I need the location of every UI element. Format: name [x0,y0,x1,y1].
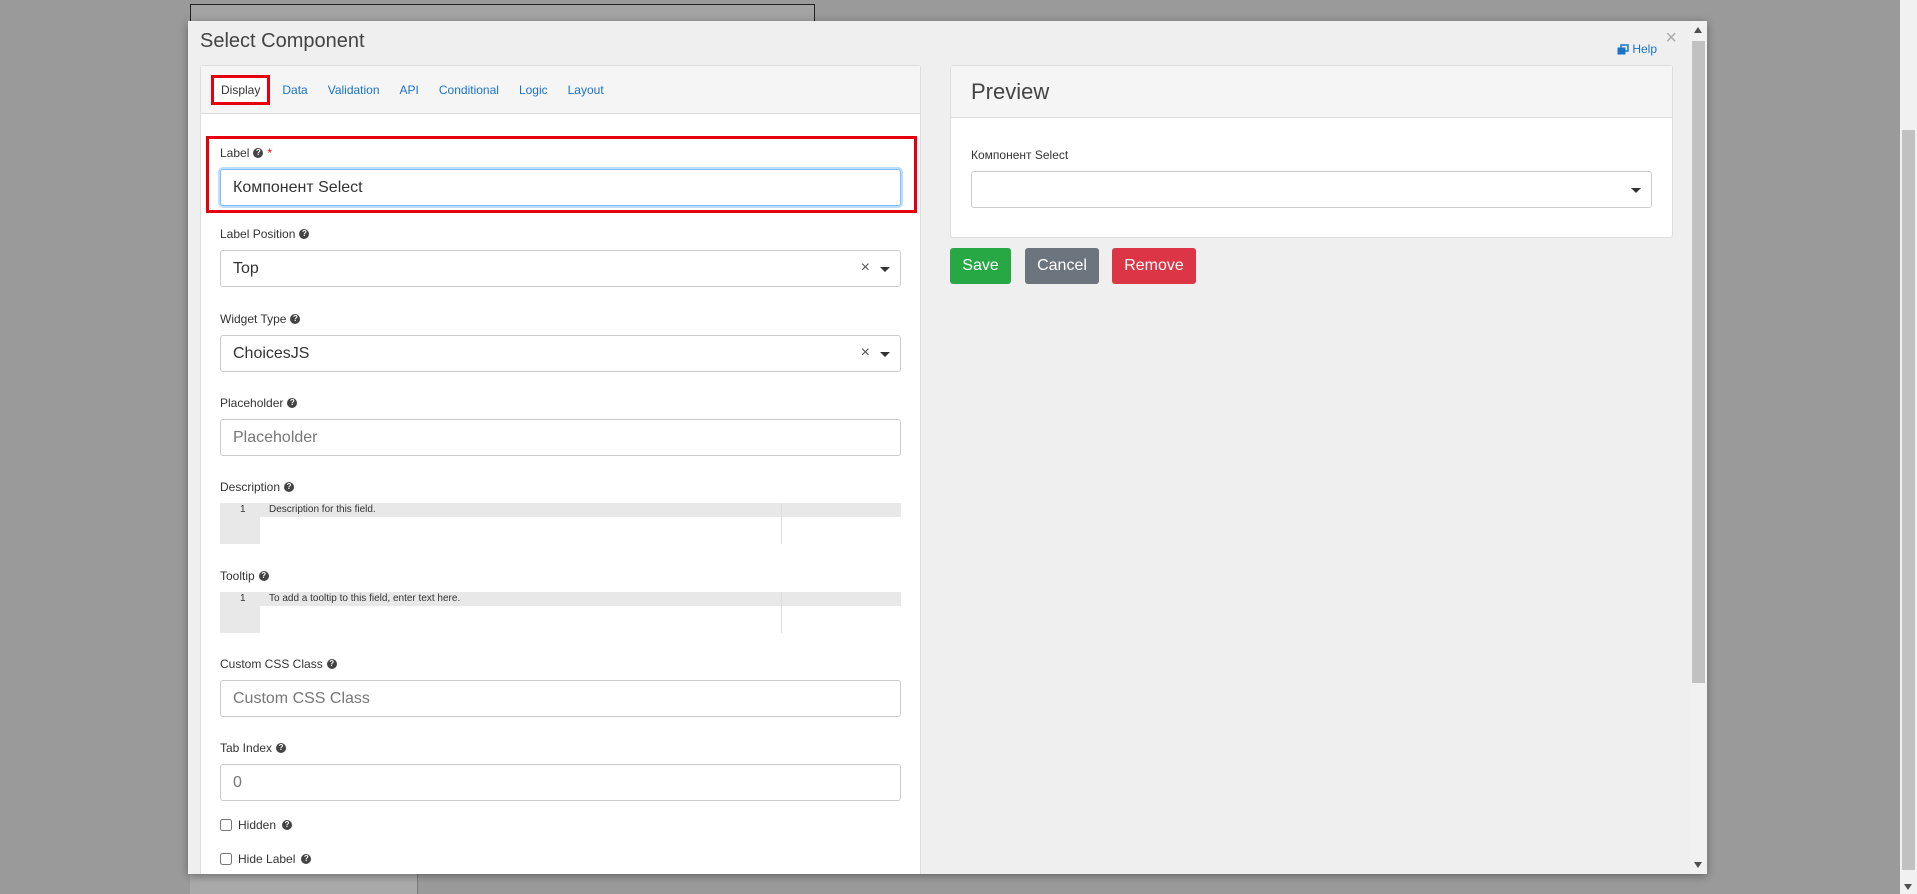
tooltip-field: Tooltip ? 1 To add a tooltip to this fie… [220,568,901,633]
tab-conditional[interactable]: Conditional [431,77,507,103]
preview-panel: Preview Компонент Select [950,65,1673,238]
label-position-value: Top [233,259,259,277]
hidden-checkbox[interactable] [220,819,232,831]
placeholder-label: Placeholder [220,396,284,410]
question-circle-icon[interactable]: ? [276,743,287,753]
question-circle-icon[interactable]: ? [301,854,312,864]
widget-type-field: Widget Type ? ChoicesJS × [220,311,901,372]
hidden-label: Hidden [238,818,277,832]
page-scrollbar[interactable] [1900,0,1917,894]
custom-css-label: Custom CSS Class [220,657,323,671]
modal-title: Select Component [200,30,365,52]
hide-label-option: Hide Label ? [220,852,312,866]
scroll-down-arrow[interactable] [1694,862,1702,868]
page-scroll-down-arrow[interactable] [1904,884,1912,890]
clear-selection-icon[interactable]: × [861,259,870,277]
tooltip-placeholder: To add a tooltip to this field, enter te… [269,593,461,604]
label-position-field: Label Position ? Top × [220,226,901,287]
preview-select[interactable] [971,171,1652,208]
select-component-modal: Select Component × Help Display Data Val… [188,21,1707,874]
custom-css-field: Custom CSS Class ? Custom CSS Class [220,656,901,717]
question-circle-icon[interactable]: ? [258,571,269,581]
question-circle-icon[interactable]: ? [284,482,295,492]
close-icon[interactable]: × [1665,27,1677,50]
label-position-select[interactable]: Top × [220,250,901,287]
page-scroll-thumb[interactable] [1902,130,1915,870]
tab-logic[interactable]: Logic [511,77,556,103]
preview-field-label: Компонент Select [971,148,1069,162]
placeholder-field: Placeholder ? Placeholder [220,395,901,456]
background-strip [190,874,418,894]
preview-heading: Preview [971,78,1050,104]
help-label: Help [1632,42,1657,56]
tab-index-input[interactable]: 0 [220,764,901,801]
required-marker: * [267,146,273,160]
hidden-option: Hidden ? [220,818,293,832]
scroll-thumb[interactable] [1692,41,1705,683]
label-input[interactable]: Компонент Select [220,169,901,206]
tooltip-editor[interactable]: 1 To add a tooltip to this field, enter … [220,592,901,633]
tab-api[interactable]: API [392,77,427,103]
hide-label-label: Hide Label [238,852,296,866]
question-circle-icon[interactable]: ? [326,659,337,669]
caret-down-icon[interactable] [880,352,890,357]
tab-validation[interactable]: Validation [320,77,388,103]
description-placeholder: Description for this field. [269,504,376,515]
line-number: 1 [240,593,246,604]
tab-index-field: Tab Index ? 0 [220,740,901,801]
widget-type-label: Widget Type [220,312,287,326]
tab-layout[interactable]: Layout [560,77,612,103]
widget-type-value: ChoicesJS [233,344,310,362]
external-window-icon [1617,43,1630,54]
caret-down-icon[interactable] [880,267,890,272]
save-button[interactable]: Save [950,248,1011,284]
caret-down-icon[interactable] [1631,188,1641,193]
question-circle-icon[interactable]: ? [299,229,310,239]
question-circle-icon[interactable]: ? [287,398,298,408]
scroll-up-arrow[interactable] [1694,27,1702,33]
question-circle-icon[interactable]: ? [282,820,293,830]
label-field-label: Label [220,146,250,160]
tab-index-label: Tab Index [220,741,273,755]
description-label: Description [220,480,281,494]
modal-scrollbar[interactable] [1690,21,1707,874]
placeholder-input[interactable]: Placeholder [220,419,901,456]
cancel-button[interactable]: Cancel [1025,248,1099,284]
custom-css-input[interactable]: Custom CSS Class [220,680,901,717]
description-editor[interactable]: 1 Description for this field. [220,503,901,544]
clear-selection-icon[interactable]: × [861,344,870,362]
remove-button[interactable]: Remove [1112,248,1196,284]
question-circle-icon[interactable]: ? [290,314,301,324]
line-number: 1 [240,504,246,515]
label-field: Label ? * Компонент Select [220,145,901,206]
component-edit-panel: Display Data Validation API Conditional … [200,65,921,874]
settings-tabs: Display Data Validation API Conditional … [201,66,920,114]
tab-display[interactable]: Display [211,74,271,105]
widget-type-select[interactable]: ChoicesJS × [220,335,901,372]
label-position-label: Label Position [220,227,296,241]
question-circle-icon[interactable]: ? [253,148,264,158]
tooltip-label: Tooltip [220,569,255,583]
help-link[interactable]: Help [1617,42,1657,56]
hide-label-checkbox[interactable] [220,853,232,865]
description-field: Description ? 1 Description for this fie… [220,479,901,544]
tab-data[interactable]: Data [274,77,315,103]
